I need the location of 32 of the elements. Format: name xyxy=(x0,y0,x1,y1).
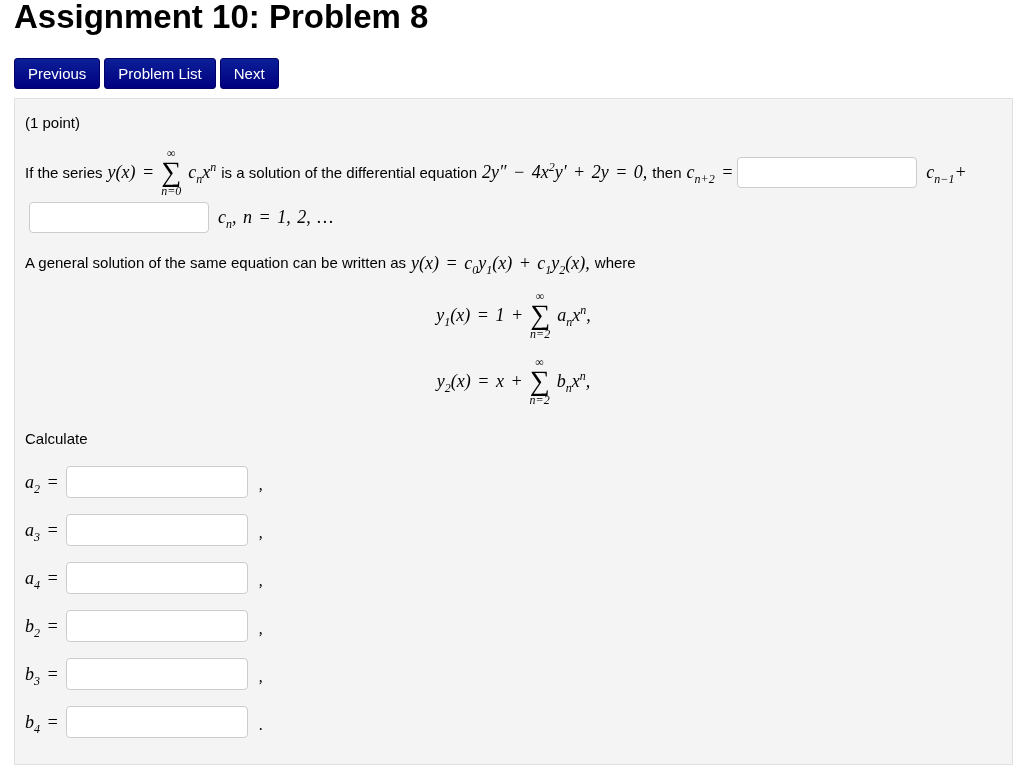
answer-field[interactable] xyxy=(65,466,248,498)
answer-label: a$_{2}$ = xyxy=(25,472,59,492)
punctuation-text: , xyxy=(258,619,263,639)
punctuation-text: , xyxy=(258,475,263,495)
punctuation-text: , xyxy=(258,571,263,591)
answer-label: b$_{3}$ = xyxy=(25,664,59,684)
instruction-text: Calculate xyxy=(25,429,88,449)
answer-field[interactable] xyxy=(737,156,918,188)
question-text: If the series y(x) = ∞ ∑ n=0 c$_{n}$x$^{n}$ is a solution of the differential equation 2y″ − 4x$^{2}$y′ + 2y = 0, then c$_{n+2}$ = xyxy=(25,146,734,198)
question-text: c$_{n}$, n = 1, 2, … xyxy=(218,207,334,228)
solution-text: A general solution of the same equation can be written as y(x) = c$_{0}$y$_{1}$(x) + c$_{1}$y$_{2}$(x), where xyxy=(25,253,636,273)
question-text: c$_{n−1}$+ xyxy=(926,161,967,183)
answer-field[interactable] xyxy=(29,202,209,233)
answer-label: a$_{4}$ = xyxy=(25,568,59,588)
math-equation: y$_{2}$(x) = x + ∞ ∑ n=2 b$_{n}$x$^{n}$, xyxy=(436,355,591,407)
nav-button[interactable]: Problem List xyxy=(104,58,216,89)
page-title: Assignment 10: Problem 8 xyxy=(14,0,429,34)
answer-label: b$_{2}$ = xyxy=(25,616,59,636)
nav-button[interactable]: Previous xyxy=(14,58,101,89)
punctuation-text: , xyxy=(258,523,263,543)
answer-label: b$_{4}$ = xyxy=(25,712,59,732)
answer-field[interactable] xyxy=(65,658,248,690)
answer-label: a$_{3}$ = xyxy=(25,520,59,540)
nav-button[interactable]: Next xyxy=(219,58,279,89)
math-equation: y$_{1}$(x) = 1 + ∞ ∑ n=2 a$_{n}$x$^{n}$, xyxy=(436,289,591,341)
points-label: (1 point) xyxy=(25,113,81,133)
punctuation-text: , xyxy=(258,667,263,687)
punctuation-text: . xyxy=(258,715,263,735)
answer-field[interactable] xyxy=(65,610,248,642)
answer-field[interactable] xyxy=(65,514,248,546)
answer-field[interactable] xyxy=(65,706,248,738)
answer-field[interactable] xyxy=(65,562,248,594)
